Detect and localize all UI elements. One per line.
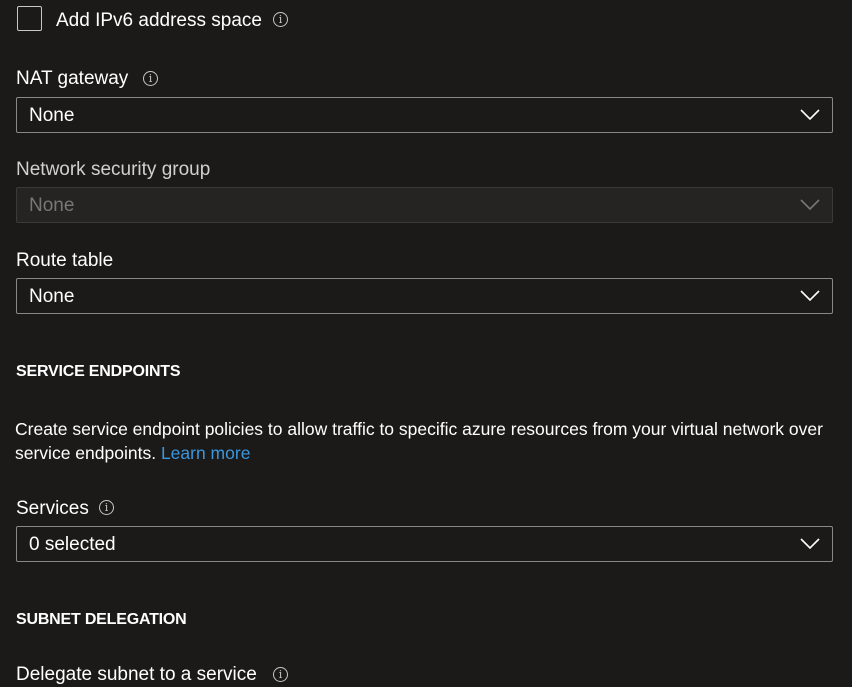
info-icon[interactable]: i [143, 71, 158, 86]
nat-gateway-dropdown[interactable]: None [16, 97, 833, 133]
nat-gateway-label: NAT gateway [16, 68, 129, 89]
learn-more-link[interactable]: Learn more [161, 443, 251, 463]
route-table-label: Route table [16, 250, 114, 271]
nat-gateway-value: None [29, 105, 75, 126]
subnet-delegation-heading: SUBNET DELEGATION [16, 611, 187, 628]
ipv6-label[interactable]: Add IPv6 address space [56, 9, 262, 33]
services-label: Services [16, 498, 89, 519]
chevron-down-icon [800, 290, 820, 302]
ipv6-checkbox[interactable] [17, 6, 42, 31]
nsg-label: Network security group [16, 159, 211, 180]
chevron-down-icon [800, 109, 820, 121]
chevron-down-icon [800, 538, 820, 550]
route-table-dropdown[interactable]: None [16, 278, 833, 314]
description-text: Create service endpoint policies to allo… [15, 419, 823, 463]
route-table-value: None [29, 286, 75, 307]
info-icon[interactable]: i [273, 12, 288, 27]
services-value: 0 selected [29, 534, 116, 555]
nsg-value: None [29, 195, 75, 216]
service-endpoints-description: Create service endpoint policies to allo… [15, 417, 830, 465]
chevron-down-icon [800, 199, 820, 211]
service-endpoints-heading: SERVICE ENDPOINTS [16, 363, 181, 380]
services-dropdown[interactable]: 0 selected [16, 526, 833, 562]
info-icon[interactable]: i [99, 500, 114, 515]
delegate-subnet-label: Delegate subnet to a service [16, 664, 257, 685]
nsg-dropdown: None [16, 187, 833, 223]
